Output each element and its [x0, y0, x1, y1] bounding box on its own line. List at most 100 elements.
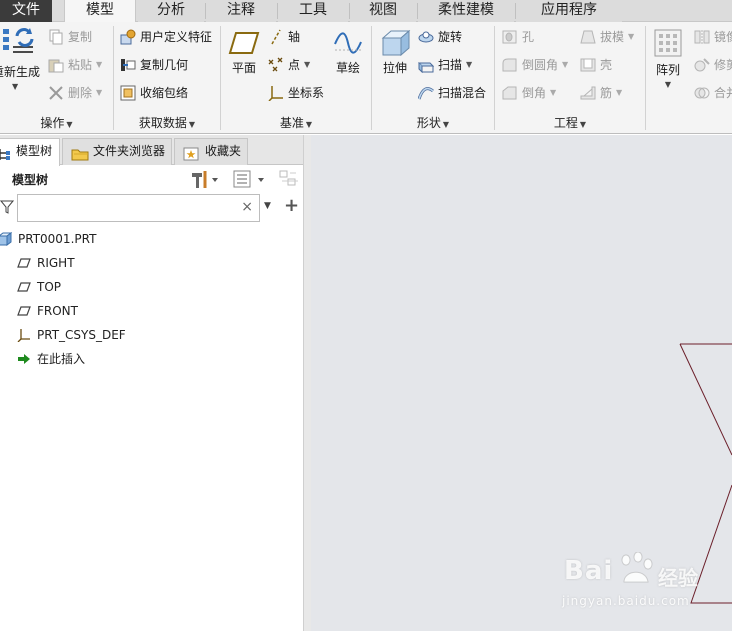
extrude-button[interactable]: 拉伸 [377, 28, 413, 76]
tree-item-part[interactable]: PRT0001.PRT [0, 229, 96, 249]
round-dropdown-icon[interactable]: ▼ [562, 55, 568, 75]
datum-point-dropdown-icon[interactable]: ▼ [304, 55, 310, 75]
tree-item-front-plane[interactable]: FRONT [17, 301, 78, 321]
draft-dropdown-icon[interactable]: ▼ [628, 27, 634, 47]
sweep-dropdown-icon[interactable]: ▼ [466, 55, 472, 75]
watermark-brand: Bai [564, 556, 614, 586]
pattern-dropdown-icon[interactable]: ▼ [650, 80, 686, 89]
tree-item-csys[interactable]: PRT_CSYS_DEF [17, 325, 126, 345]
hole-label: 孔 [522, 30, 535, 44]
tree-search-input[interactable]: × [17, 194, 260, 222]
search-clear-icon[interactable]: × [241, 199, 253, 215]
merge-button[interactable]: 合并 [694, 83, 732, 103]
chamfer-dropdown-icon[interactable]: ▼ [550, 83, 556, 103]
group-label-shapes[interactable]: 形状 ▼ [372, 114, 494, 132]
pattern-label: 阵列 [655, 63, 680, 77]
tree-item-label: TOP [37, 280, 62, 294]
datum-axis-label: 轴 [288, 30, 301, 44]
tab-folder-browser-label: 文件夹浏览器 [93, 144, 166, 158]
regenerate-icon [3, 26, 39, 60]
datum-axis-button[interactable]: 轴 [268, 27, 300, 47]
copy-geometry-button[interactable]: 复制几何 [120, 55, 188, 75]
tab-flexible-modeling[interactable]: 柔性建模 [418, 0, 514, 22]
copy-button[interactable]: 复制 [48, 27, 92, 47]
add-filter-icon[interactable]: + [284, 195, 299, 216]
tree-show-list-icon [233, 170, 264, 188]
rib-dropdown-icon[interactable]: ▼ [616, 83, 622, 103]
trim-button[interactable]: 修剪 [694, 55, 732, 75]
shrinkwrap-label: 收缩包络 [140, 86, 189, 100]
copy-icon [48, 29, 64, 45]
watermark-cn: 经验 [658, 566, 698, 590]
tree-item-insert-here[interactable]: 在此插入 [17, 349, 85, 369]
tab-analysis[interactable]: 分析 [138, 0, 204, 22]
draft-button[interactable]: 拔模 ▼ [580, 27, 634, 47]
datum-axis-icon [268, 29, 284, 45]
group-label-datum[interactable]: 基准 ▼ [221, 114, 371, 132]
delete-button[interactable]: 删除 ▼ [48, 83, 102, 103]
round-button[interactable]: 倒圆角 ▼ [502, 55, 568, 75]
rib-button[interactable]: 筋 ▼ [580, 83, 622, 103]
csys-icon [268, 85, 284, 102]
shell-icon [580, 57, 596, 73]
datum-plane-icon [228, 30, 260, 56]
tab-favorites[interactable]: 收藏夹 [174, 138, 248, 165]
coordinate-system-button[interactable]: 坐标系 [268, 83, 324, 103]
paste-button[interactable]: 粘贴 ▼ [48, 55, 102, 75]
baidu-jingyan-watermark: Bai 经验 jingyan.baidu.com [560, 548, 730, 618]
revolve-button[interactable]: 旋转 [418, 27, 462, 47]
favorites-star-icon [183, 145, 199, 161]
tab-folder-browser[interactable]: 文件夹浏览器 [62, 138, 172, 165]
draft-label: 拔模 [600, 30, 625, 44]
group-label-engineering[interactable]: 工程 ▼ [495, 114, 645, 132]
shrinkwrap-button[interactable]: 收缩包络 [120, 83, 188, 103]
hole-button[interactable]: 孔 [502, 27, 534, 47]
datum-plane-button[interactable]: 平面 [226, 30, 262, 76]
tree-item-right-plane[interactable]: RIGHT [17, 253, 75, 273]
tab-file[interactable]: 文件 [0, 0, 52, 22]
tab-applications[interactable]: 应用程序 [516, 0, 622, 22]
swept-blend-icon [417, 85, 434, 101]
tab-tools[interactable]: 工具 [278, 0, 348, 22]
chamfer-button[interactable]: 倒角 ▼ [502, 83, 556, 103]
tab-model[interactable]: 模型 [64, 0, 136, 23]
datum-point-icon [268, 57, 284, 73]
filter-funnel-icon[interactable] [0, 199, 15, 218]
mirror-button[interactable]: 镜像 [694, 27, 732, 47]
pattern-button[interactable]: 阵列 ▼ [650, 28, 686, 89]
sweep-label: 扫描 [438, 58, 463, 72]
ribbon: 重新生成 ▼ 复制 粘贴 ▼ 删除 ▼ 操作▼ 用户定义特征 复制几 [0, 22, 732, 134]
tree-item-top-plane[interactable]: TOP [17, 277, 61, 297]
tree-item-label: PRT_CSYS_DEF [37, 328, 126, 342]
search-dropdown-icon[interactable]: ▼ [264, 201, 271, 211]
watermark-url: jingyan.baidu.com [562, 594, 690, 608]
tab-view[interactable]: 视图 [350, 0, 416, 22]
regenerate-dropdown-icon[interactable]: ▼ [0, 82, 42, 91]
datum-point-label: 点 [288, 58, 301, 72]
sweep-button[interactable]: 扫描 ▼ [417, 55, 472, 75]
udf-icon [120, 29, 136, 45]
swept-blend-label: 扫描混合 [438, 86, 487, 100]
group-separator [645, 26, 646, 130]
model-tree-icon [0, 145, 11, 160]
sketch-wave-icon [333, 30, 363, 56]
tree-settings-tools-icon [192, 171, 218, 188]
regenerate-button[interactable]: 重新生成 ▼ [0, 26, 42, 91]
copy-geometry-icon [120, 57, 136, 73]
chamfer-icon [502, 85, 518, 101]
tab-annotate[interactable]: 注释 [206, 0, 276, 22]
paste-dropdown-icon[interactable]: ▼ [96, 55, 102, 75]
delete-dropdown-icon[interactable]: ▼ [96, 83, 102, 103]
group-label-get-data[interactable]: 获取数据 ▼ [114, 114, 220, 132]
swept-blend-button[interactable]: 扫描混合 [417, 83, 487, 103]
tree-show-button[interactable] [233, 169, 267, 189]
group-label-operations[interactable]: 操作 ▼ [0, 114, 113, 132]
shell-button[interactable]: 壳 [580, 55, 612, 75]
round-label: 倒圆角 [522, 58, 559, 72]
tree-settings-button[interactable] [190, 169, 220, 189]
panel-splitter[interactable] [303, 135, 311, 631]
user-defined-feature-button[interactable]: 用户定义特征 [120, 27, 212, 47]
tab-model-tree[interactable]: 模型树 [0, 138, 60, 166]
sketch-button[interactable]: 草绘 [332, 30, 364, 76]
datum-point-button[interactable]: 点 ▼ [268, 55, 310, 75]
